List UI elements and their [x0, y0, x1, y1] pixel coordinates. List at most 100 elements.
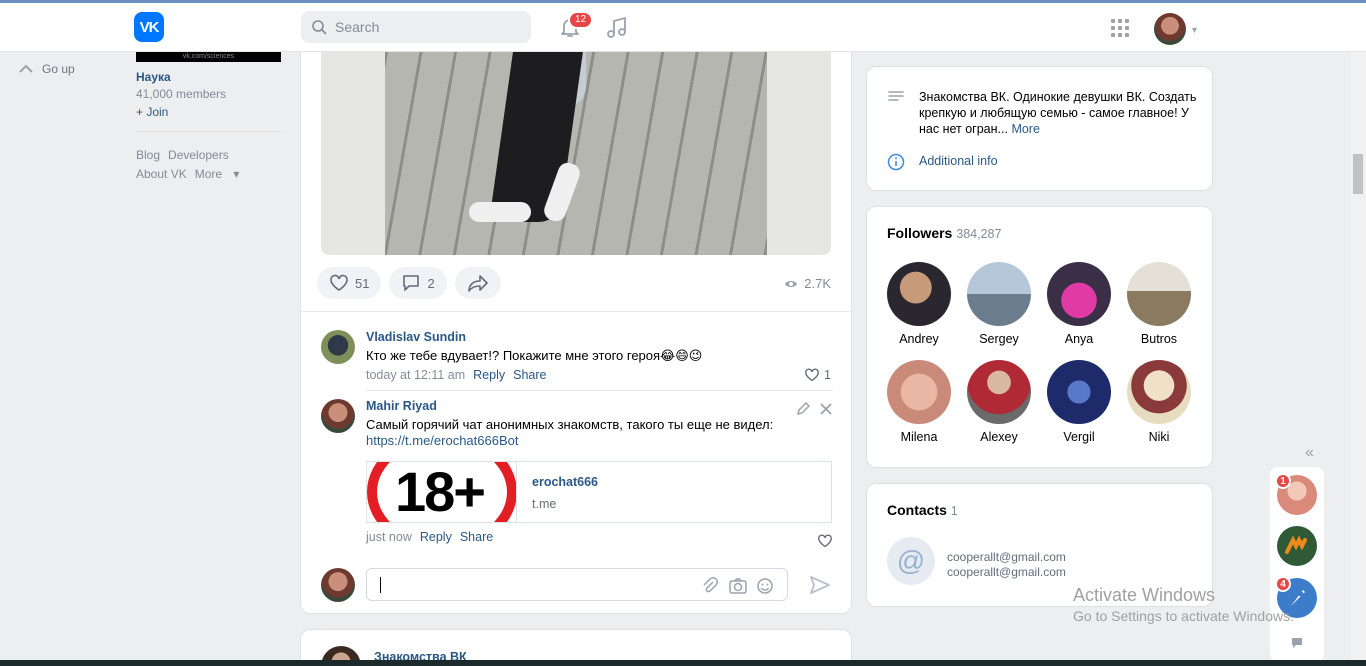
follower-item[interactable]: Alexey [967, 360, 1031, 444]
divider [366, 390, 833, 391]
follower-item[interactable]: Milena [887, 360, 951, 444]
comment: Mahir Riyad Самый горячий чат анонимных … [321, 399, 833, 548]
avatar [1047, 262, 1111, 326]
chat-badge: 1 [1275, 473, 1291, 489]
contact-email: cooperallt@gmail.com [947, 565, 1066, 579]
comment-author[interactable]: Mahir Riyad [366, 399, 833, 413]
about-vk-link[interactable]: About VK [136, 167, 187, 181]
additional-info-link[interactable]: Additional info [919, 153, 998, 171]
follower-name: Niki [1148, 430, 1170, 444]
follower-item[interactable]: Vergil [1047, 360, 1111, 444]
avatar [967, 360, 1031, 424]
chat-dock: 1 4 [1270, 467, 1324, 662]
views-counter: 2.7K [784, 276, 831, 291]
blog-link[interactable]: Blog [136, 148, 160, 162]
avatar [887, 360, 951, 424]
avatar [967, 262, 1031, 326]
follower-item[interactable]: Andrey [887, 262, 951, 346]
chat-avatar[interactable] [1277, 526, 1317, 566]
follower-item[interactable]: Anya [1047, 262, 1111, 346]
link-preview-domain: t.me [532, 497, 557, 511]
info-icon [887, 153, 905, 171]
reply-form [321, 568, 833, 602]
edit-icon[interactable] [795, 401, 811, 417]
followers-header[interactable]: Followers 384,287 [887, 225, 1001, 241]
comment-link[interactable]: https://t.me/erochat666Bot [366, 433, 833, 449]
scrollbar[interactable] [1350, 52, 1366, 660]
search-icon [312, 20, 327, 35]
profile-avatar[interactable] [1154, 13, 1186, 45]
comment-like-button[interactable]: 1 [804, 368, 831, 382]
footer-links: Blog Developers About VK More ▾ [136, 146, 281, 184]
comment-time[interactable]: today at 12:11 am [366, 368, 465, 382]
watermark-subtitle: Go to Settings to activate Windows. [1073, 608, 1294, 624]
scrollbar-thumb[interactable] [1353, 154, 1363, 194]
chevron-up-icon [19, 64, 33, 73]
comment-button[interactable]: 2 [389, 267, 447, 299]
comment: Vladislav Sundin Кто же тебе вдувает!? П… [321, 330, 833, 382]
send-icon[interactable] [809, 575, 831, 595]
follower-item[interactable]: Sergey [967, 262, 1031, 346]
avatar[interactable] [321, 399, 355, 433]
follower-item[interactable]: Niki [1127, 360, 1191, 444]
more-link[interactable]: More [1011, 122, 1039, 136]
attach-icon[interactable] [701, 577, 719, 595]
follower-item[interactable]: Butros [1127, 262, 1191, 346]
comment-text: Самый горячий чат анонимных знакомств, т… [366, 417, 774, 432]
comment-author[interactable]: Vladislav Sundin [366, 330, 833, 344]
comment-input[interactable] [366, 568, 788, 601]
followers-card: Followers 384,287 Andrey Sergey Anya But… [866, 206, 1213, 468]
left-sidebar: vk.com/sciences Наука 41,000 members + J… [136, 52, 281, 184]
follower-name: Milena [900, 430, 938, 444]
music-icon[interactable] [606, 16, 628, 40]
post-photo[interactable] [321, 52, 831, 255]
join-button[interactable]: + Join [136, 105, 281, 119]
divider [136, 131, 281, 132]
contacts-title: Contacts [887, 502, 947, 518]
divider [301, 311, 851, 312]
contact-email: cooperallt@gmail.com [947, 550, 1066, 564]
search-input[interactable]: Search [301, 11, 531, 43]
follower-name: Vergil [1063, 430, 1095, 444]
comment-time[interactable]: just now [366, 530, 412, 544]
description-icon [888, 91, 904, 101]
follower-name: Alexey [980, 430, 1018, 444]
share-link[interactable]: Share [513, 368, 546, 382]
share-button[interactable] [454, 267, 501, 299]
avatar [1127, 360, 1191, 424]
reply-link[interactable]: Reply [473, 368, 505, 382]
developers-link[interactable]: Developers [168, 148, 229, 162]
group-name[interactable]: Наука [136, 70, 281, 84]
avatar [321, 568, 355, 602]
group-members: 41,000 members [136, 87, 227, 101]
follower-name: Sergey [979, 332, 1019, 346]
eye-icon [785, 280, 798, 287]
heart-icon [330, 274, 348, 291]
top-bar: VK Search 12 ▾ [0, 0, 1366, 52]
go-up-button[interactable]: Go up [18, 62, 75, 76]
followers-title: Followers [887, 225, 953, 241]
link-preview-card[interactable]: 18+ erochat666 t.me [366, 461, 832, 523]
vk-logo[interactable]: VK [134, 12, 164, 42]
apps-grid-icon[interactable] [1110, 18, 1130, 38]
emoji-icon[interactable] [756, 577, 774, 595]
reply-link[interactable]: Reply [420, 530, 452, 544]
chevron-down-icon[interactable]: ▾ [1192, 25, 1197, 36]
about-description: Знакомства ВК. Одинокие девушки ВК. Созд… [919, 89, 1199, 137]
avatar[interactable] [321, 330, 355, 364]
heart-icon[interactable] [817, 534, 833, 548]
collapse-chats-icon[interactable]: « [1305, 444, 1314, 462]
contact-emails[interactable]: cooperallt@gmail.com cooperallt@gmail.co… [947, 550, 1066, 580]
close-icon[interactable] [819, 402, 833, 416]
chat-bubble-icon[interactable] [1290, 636, 1304, 650]
notification-badge: 12 [568, 11, 594, 29]
chat-avatar[interactable]: 1 [1275, 473, 1317, 515]
camera-icon[interactable] [728, 577, 748, 595]
group-banner[interactable]: vk.com/sciences [136, 52, 281, 62]
like-button[interactable]: 51 [317, 267, 382, 299]
like-count: 51 [355, 275, 370, 291]
more-link[interactable]: More ▾ [195, 167, 240, 181]
contacts-header[interactable]: Contacts 1 [887, 502, 958, 518]
share-link[interactable]: Share [460, 530, 493, 544]
follower-name: Anya [1064, 332, 1094, 346]
